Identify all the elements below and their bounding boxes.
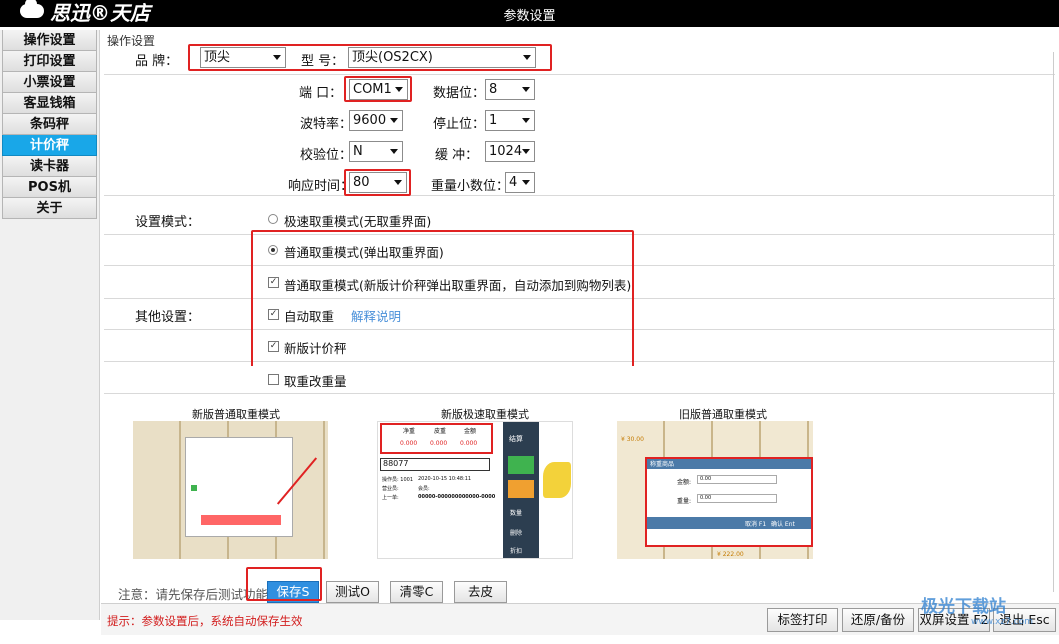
other-row-2: 其他设置： ✓ 自动取重 解释说明 <box>104 300 1055 330</box>
parity-label: 校验位： <box>300 148 353 163</box>
sidebar-item-pricing-scale[interactable]: 计价秤 <box>2 135 97 156</box>
preview-title-old: 旧版普通取重模式 <box>679 408 767 421</box>
port-select[interactable]: COM1 <box>349 79 408 100</box>
model-label: 型 号： <box>301 54 345 69</box>
sidebar-item-about[interactable]: 关于 <box>2 198 97 219</box>
checkbox-auto-weigh[interactable]: ✓ <box>268 309 279 320</box>
sidebar-item-receipt[interactable]: 小票设置 <box>2 72 97 93</box>
mode-row-1: 设置模式： 极速取重模式(无取重界面) <box>104 205 1055 235</box>
other-row-3: ✓ 新版计价秤 <box>104 331 1055 362</box>
note-text: 注意：请先保存后测试功能 <box>118 587 269 602</box>
zero-button[interactable]: 清零C <box>390 581 443 603</box>
chevron-down-icon <box>390 118 398 123</box>
chevron-down-icon <box>394 180 402 185</box>
mode-label: 设置模式： <box>135 215 201 230</box>
checkbox-new-scale[interactable]: ✓ <box>268 341 279 352</box>
preview-new-normal <box>133 421 328 559</box>
checkbox-new-popup[interactable]: ✓ <box>268 277 279 288</box>
brand-row: 品 牌： 顶尖 型 号： 顶尖(OS2CX) <box>104 44 1055 72</box>
other-settings-label: 其他设置： <box>135 310 201 325</box>
preview-new-fast: 净重 皮重 金额 0.000 0.000 0.000 88077 操作员: 10… <box>377 421 573 559</box>
port-label: 端 口： <box>299 86 343 101</box>
option-auto-weigh[interactable]: 自动取重 <box>284 306 334 325</box>
window-title: 参数设置 <box>503 9 556 24</box>
option-new-popup[interactable]: 普通取重模式(新版计价秤弹出取重界面，自动添加到购物列表) <box>284 275 631 294</box>
chevron-down-icon <box>395 87 403 92</box>
sidebar-item-print[interactable]: 打印设置 <box>2 51 97 72</box>
stopbits-select[interactable]: 1 <box>485 110 535 131</box>
watermark-logo: 极光下载站 <box>921 597 1006 617</box>
databits-select[interactable]: 8 <box>485 79 535 100</box>
chevron-down-icon <box>390 149 398 154</box>
mode-radio-normal[interactable] <box>268 245 278 255</box>
response-time-label: 响应时间： <box>288 179 354 194</box>
checkbox-edit-weight[interactable] <box>268 374 279 385</box>
title-bar: 思迅®天店 参数设置 <box>0 0 1059 27</box>
sidebar-item-pos[interactable]: POS机 <box>2 177 97 198</box>
other-row-1: ✓ 普通取重模式(新版计价秤弹出取重界面，自动添加到购物列表) <box>104 267 1055 299</box>
mode-row-2: 普通取重模式(弹出取重界面) <box>104 236 1055 266</box>
option-edit-weight[interactable]: 取重改重量 <box>284 371 347 390</box>
restore-backup-button[interactable]: 还原/备份 <box>842 608 914 632</box>
test-button[interactable]: 测试O <box>326 581 379 603</box>
baud-select[interactable]: 9600 <box>349 110 403 131</box>
watermark-url: www.xz7.com <box>971 617 1033 627</box>
decimals-label: 重量小数位： <box>431 179 510 194</box>
sidebar-item-operation[interactable]: 操作设置 <box>2 30 97 51</box>
chevron-down-icon <box>522 87 530 92</box>
preview-old-normal: ¥ 30.00 称重商品 金额: 0.00 重量: 0.00 取消 F1 确认 … <box>617 421 813 559</box>
scrollbar[interactable] <box>1053 52 1059 592</box>
chevron-down-icon <box>522 149 530 154</box>
chevron-down-icon <box>273 55 281 60</box>
response-time-select[interactable]: 80 <box>349 172 407 193</box>
sidebar-item-barcode-scale[interactable]: 条码秤 <box>2 114 97 135</box>
brand-label: 品 牌： <box>135 54 179 69</box>
explanation-link[interactable]: 解释说明 <box>351 306 401 325</box>
label-print-button[interactable]: 标签打印 <box>767 608 838 632</box>
preview-title-fast: 新版极速取重模式 <box>441 408 529 421</box>
sidebar: 操作设置 打印设置 小票设置 客显钱箱 条码秤 计价秤 读卡器 POS机 关于 <box>0 30 100 620</box>
hint-text: 提示：参数设置后，系统自动保存生效 <box>107 614 303 628</box>
model-select[interactable]: 顶尖(OS2CX) <box>348 47 536 68</box>
sidebar-item-display-drawer[interactable]: 客显钱箱 <box>2 93 97 114</box>
tare-button[interactable]: 去皮 <box>454 581 507 603</box>
mode-option-fast[interactable]: 极速取重模式(无取重界面) <box>284 211 431 230</box>
buffer-select[interactable]: 1024 <box>485 141 535 162</box>
option-new-scale[interactable]: 新版计价秤 <box>284 338 347 357</box>
serial-settings: 端 口： COM1 数据位： 8 波特率： 9600 停止位： 1 校验位： N… <box>104 74 1055 196</box>
stopbits-label: 停止位： <box>433 117 486 132</box>
brand-select[interactable]: 顶尖 <box>200 47 286 68</box>
chevron-down-icon <box>522 118 530 123</box>
decimals-select[interactable]: 4 <box>505 172 535 193</box>
chevron-down-icon <box>522 180 530 185</box>
buffer-label: 缓 冲： <box>435 148 479 163</box>
sidebar-item-card-reader[interactable]: 读卡器 <box>2 156 97 177</box>
mode-option-normal[interactable]: 普通取重模式(弹出取重界面) <box>284 242 444 261</box>
mode-radio-fast[interactable] <box>268 214 278 224</box>
status-bar: 提示：参数设置后，系统自动保存生效 标签打印 还原/备份 双屏设置 F2 退出 … <box>101 597 1059 635</box>
parity-select[interactable]: N <box>349 141 403 162</box>
save-button[interactable]: 保存S <box>267 581 319 603</box>
databits-label: 数据位： <box>433 86 486 101</box>
preview-title-normal: 新版普通取重模式 <box>192 408 280 421</box>
baud-label: 波特率： <box>300 117 353 132</box>
chevron-down-icon <box>523 55 531 60</box>
other-row-4: 取重改重量 <box>104 366 1055 394</box>
main-panel: 操作设置 品 牌： 顶尖 型 号： 顶尖(OS2CX) 端 口： COM1 数据… <box>101 30 1059 620</box>
